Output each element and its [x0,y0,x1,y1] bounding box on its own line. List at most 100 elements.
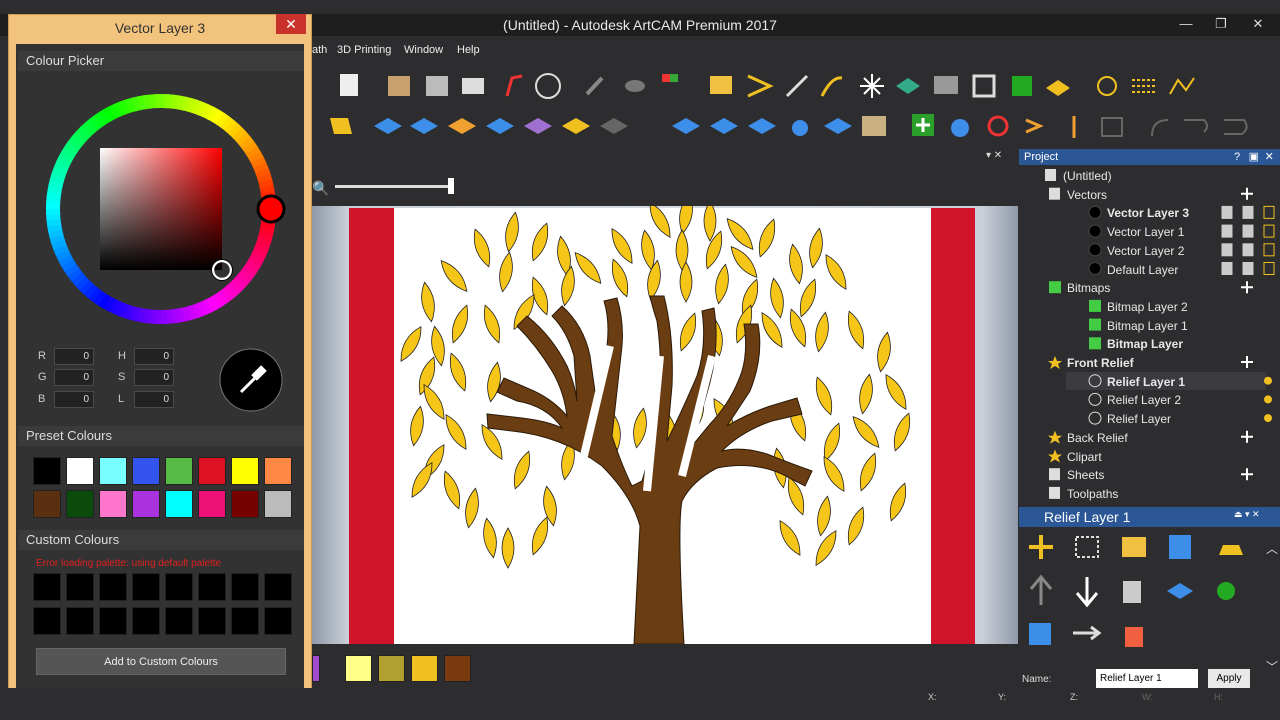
dialog-close-button[interactable]: ✕ [276,14,306,34]
layer-grey-icon [625,80,645,92]
menu-3d-printing[interactable]: 3D Printing [337,44,391,56]
zoom-slider-handle[interactable] [448,178,454,194]
preset-swatch[interactable] [231,490,259,518]
palette-swatch[interactable] [378,655,405,682]
open-relief-icon [1122,537,1146,557]
add-icon [1241,281,1253,294]
restore-button[interactable]: ❐ [1205,14,1237,34]
custom-swatch[interactable] [198,607,226,635]
preset-swatch[interactable] [165,490,193,518]
brush-icon [1242,262,1254,275]
bulb-icon [1263,224,1275,238]
palette-swatch[interactable] [411,655,438,682]
custom-swatch[interactable] [264,607,292,635]
layers-icon [862,116,886,136]
custom-swatch[interactable] [198,573,226,601]
colour-picker-header: Colour Picker [18,51,304,71]
custom-swatch[interactable] [231,607,259,635]
delete-icon [1125,627,1143,647]
grid-icon [462,78,484,94]
h-field[interactable]: 0 [134,348,174,365]
preset-swatch[interactable] [165,457,193,485]
preset-swatch[interactable] [66,490,94,518]
name-input[interactable]: Relief Layer 1 [1096,669,1198,688]
folder-star-icon [710,76,732,94]
relief-header-icons[interactable]: ⏏ ▾ ✕ [1234,509,1260,520]
palette-swatch[interactable] [345,655,372,682]
tree-node-icon [1089,318,1101,331]
label-h: H [118,350,126,362]
custom-swatch[interactable] [264,573,292,601]
custom-swatch[interactable] [66,607,94,635]
preset-swatch[interactable] [33,490,61,518]
save-relief-icon [1169,535,1191,559]
custom-swatch[interactable] [99,573,127,601]
l-field[interactable]: 0 [134,391,174,408]
relief-tools[interactable] [1019,527,1280,657]
preset-swatch[interactable] [99,490,127,518]
bucket-icon [951,119,969,137]
tree-node-icon [1088,392,1102,406]
s-field[interactable]: 0 [134,369,174,386]
right-red-band [931,208,975,644]
tree-node-icon [1089,337,1101,350]
g-field[interactable]: 0 [54,369,94,386]
bulb-icon [1263,262,1275,275]
custom-swatch[interactable] [99,607,127,635]
toolbar-area[interactable] [312,66,1280,146]
bulb-icon [1264,395,1272,404]
r-field[interactable]: 0 [54,348,94,365]
scroll-up-icon[interactable]: ︿ [1266,540,1278,557]
b-field[interactable]: 0 [54,391,94,408]
gear-red-icon [987,115,1009,137]
label-l: L [118,393,125,405]
custom-colours-header: Custom Colours [18,530,304,550]
palette-swatch[interactable] [444,655,471,682]
custom-swatch[interactable] [165,573,193,601]
bulb-icon [1263,243,1275,257]
colour-wheel[interactable] [36,84,286,334]
custom-swatch[interactable] [165,607,193,635]
preset-swatch[interactable] [198,457,226,485]
preset-swatch[interactable] [132,457,160,485]
preset-swatch[interactable] [33,457,61,485]
add-to-custom-button[interactable]: Add to Custom Colours [36,648,286,675]
zoom-slider[interactable] [335,185,453,188]
apply-button[interactable]: Apply [1208,669,1250,688]
star-burst-icon [860,74,884,98]
project-header-icons[interactable]: ? ▣ ✕ [1234,150,1274,163]
preset-swatch[interactable] [99,457,127,485]
bulb-icon [1264,376,1272,385]
preset-swatch[interactable] [231,457,259,485]
menu-help[interactable]: Help [457,44,480,56]
palette-swatch[interactable] [312,655,320,682]
polyline-icon [1169,77,1195,95]
status-bar [0,688,1280,720]
custom-swatch[interactable] [33,607,61,635]
relief-orange-icon [448,118,476,134]
zoom-icon[interactable]: 🔍 [312,180,329,197]
custom-swatch[interactable] [66,573,94,601]
custom-swatch[interactable] [33,573,61,601]
custom-swatch[interactable] [132,573,160,601]
design-canvas[interactable] [312,206,1018,644]
arrow-bracket-icon [1025,118,1044,134]
preset-swatch[interactable] [66,457,94,485]
custom-swatch[interactable] [231,573,259,601]
status-z: Z: [1070,692,1078,702]
preset-swatch[interactable] [132,490,160,518]
menu-toolpath[interactable]: ath [312,44,327,56]
preset-swatch[interactable] [264,457,292,485]
custom-swatch[interactable] [132,607,160,635]
menu-window[interactable]: Window [404,44,443,56]
close-button[interactable]: ✕ [1242,14,1274,34]
preset-swatch[interactable] [198,490,226,518]
preset-swatch[interactable] [264,490,292,518]
move-down-icon [1075,577,1099,608]
view-menu-arrow-icon[interactable]: ▾ ✕ [986,150,1002,161]
scroll-down-icon[interactable]: ﹀ [1266,658,1278,675]
favourite-icon [1029,623,1051,645]
eyedropper-button[interactable] [219,348,283,412]
minimize-button[interactable]: — [1170,14,1202,34]
tree-node-icon [1088,262,1102,275]
